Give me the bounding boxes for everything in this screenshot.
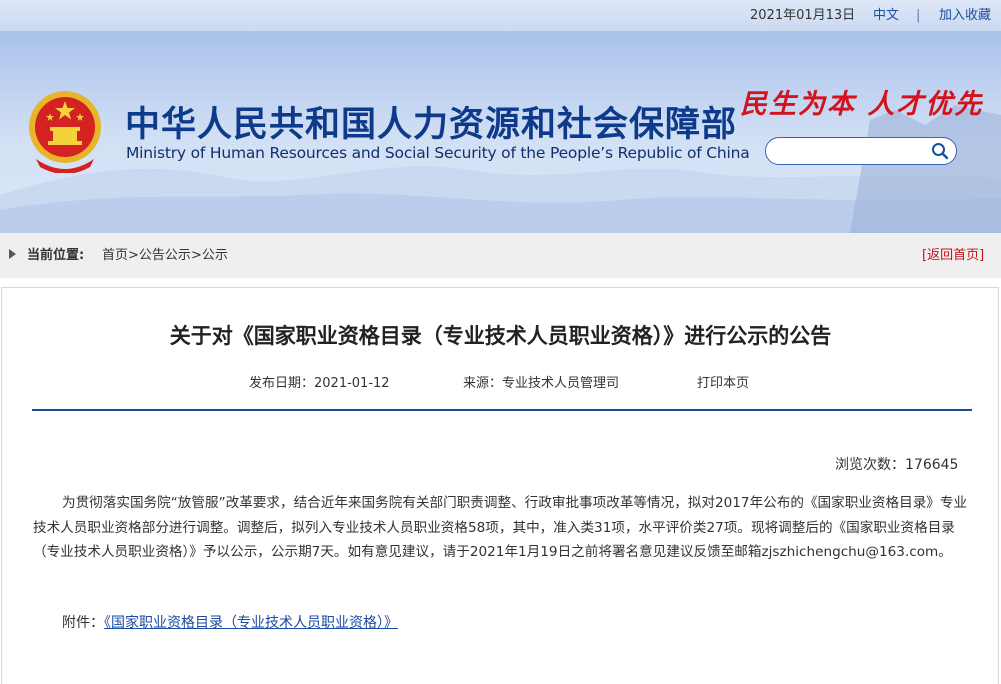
national-emblem-icon bbox=[29, 91, 101, 173]
top-bar: 2021年01月13日 中文 | 加入收藏 bbox=[0, 0, 1001, 31]
slogan: 民生为本 人才优先 bbox=[740, 89, 984, 120]
view-count: 浏览次数：176645 bbox=[835, 454, 958, 474]
breadcrumb-bar: 当前位置: 首页>公告公示>公示 [返回首页] bbox=[0, 233, 1001, 278]
breadcrumb-separator: > bbox=[190, 248, 202, 263]
breadcrumb-separator: > bbox=[128, 248, 139, 263]
search-icon[interactable] bbox=[931, 142, 949, 160]
publish-date: 发布日期：2021-01-12 bbox=[249, 376, 390, 391]
ministry-name-cn: 中华人民共和国人力资源和社会保障部 bbox=[125, 105, 738, 145]
topbar-separator: | bbox=[916, 8, 921, 23]
article-paragraph: 为贯彻落实国务院“放管服”改革要求，结合近年来国务院有关部门职责调整、行政审批事… bbox=[33, 495, 968, 560]
print-page-link[interactable]: 打印本页 bbox=[697, 372, 749, 391]
header-banner: 2021年01月13日 中文 | 加入收藏 中华人民共和国人力资源和社会保障部 … bbox=[0, 0, 1001, 233]
article-body: 为贯彻落实国务院“放管服”改革要求，结合近年来国务院有关部门职责调整、行政审批事… bbox=[33, 491, 969, 565]
search-box bbox=[765, 137, 957, 165]
breadcrumb-publicity[interactable]: 公示 bbox=[202, 248, 228, 263]
view-count-value: 176645 bbox=[905, 457, 959, 473]
attachment-label: 附件： bbox=[62, 615, 104, 631]
ministry-name-en: Ministry of Human Resources and Social S… bbox=[126, 144, 750, 162]
breadcrumb-label: 当前位置: bbox=[27, 248, 85, 263]
article-source: 来源：专业技术人员管理司 bbox=[463, 376, 620, 391]
view-count-label: 浏览次数： bbox=[835, 457, 905, 473]
search-input[interactable] bbox=[776, 141, 930, 163]
breadcrumb: 首页>公告公示>公示 bbox=[102, 233, 228, 278]
attachment: 附件：《国家职业资格目录（专业技术人员职业资格）》 bbox=[62, 612, 398, 632]
attachment-link[interactable]: 《国家职业资格目录（专业技术人员职业资格）》 bbox=[104, 615, 398, 631]
back-home-link[interactable]: [返回首页] bbox=[922, 233, 984, 278]
article-title: 关于对《国家职业资格目录（专业技术人员职业资格）》进行公示的公告 bbox=[169, 324, 832, 348]
breadcrumb-home[interactable]: 首页 bbox=[102, 248, 128, 263]
breadcrumb-announcements[interactable]: 公告公示 bbox=[139, 248, 191, 263]
add-favorite-link[interactable]: 加入收藏 bbox=[939, 0, 991, 31]
language-link[interactable]: 中文 bbox=[873, 0, 899, 31]
play-arrow-icon bbox=[9, 249, 16, 259]
current-date: 2021年01月13日 bbox=[750, 8, 856, 23]
title-divider bbox=[32, 409, 972, 411]
